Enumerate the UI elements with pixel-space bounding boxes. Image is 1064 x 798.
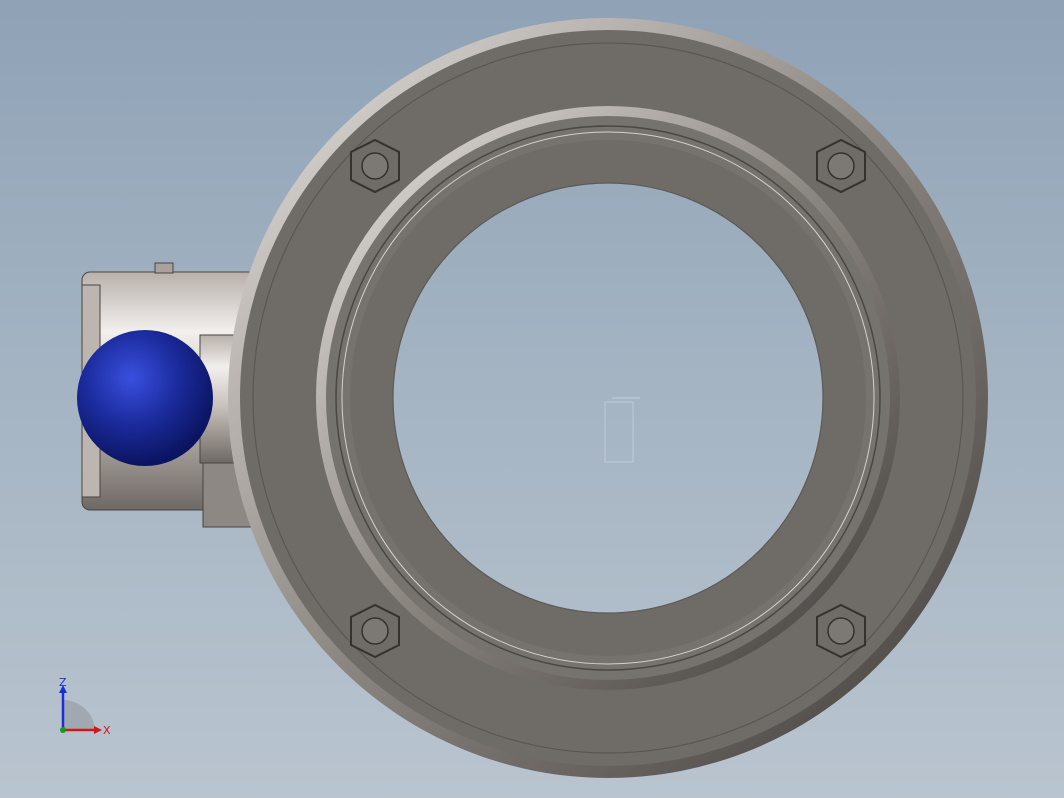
bolt-bottom-right <box>816 603 866 659</box>
valve-body <box>228 18 988 778</box>
y-axis <box>60 727 66 733</box>
graphics-viewport[interactable]: Z X <box>0 0 1064 798</box>
bolt-top-right <box>816 138 866 194</box>
valve-model[interactable] <box>0 0 1064 798</box>
z-axis-label: Z <box>59 676 67 689</box>
bolt-bottom-left <box>350 603 400 659</box>
x-axis-label: X <box>103 724 111 737</box>
handle-knob[interactable] <box>77 330 213 466</box>
bolt-top-left <box>350 138 400 194</box>
coordinate-triad: Z X <box>59 676 111 737</box>
